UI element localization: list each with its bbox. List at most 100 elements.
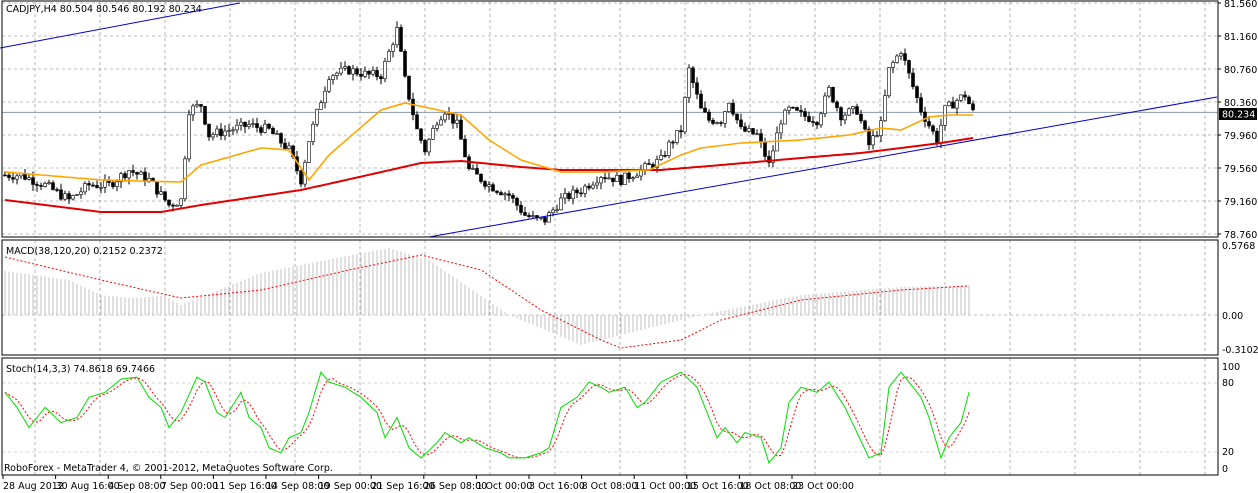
- candle-body: [47, 182, 51, 184]
- candle-body: [799, 110, 803, 112]
- candle: [559, 192, 563, 211]
- candle-body: [571, 189, 575, 200]
- candle-body: [251, 123, 255, 125]
- candle-body: [223, 130, 227, 137]
- candle: [907, 59, 911, 79]
- macd-pane[interactable]: [4, 247, 970, 349]
- candle: [579, 187, 583, 198]
- candle-body: [787, 106, 791, 111]
- candle-body: [603, 177, 607, 179]
- candle: [879, 116, 883, 143]
- candle: [443, 112, 447, 123]
- candle: [875, 130, 879, 138]
- candle: [219, 123, 223, 141]
- stochastic-pane[interactable]: [4, 371, 970, 464]
- candle: [103, 174, 107, 193]
- candle: [575, 187, 579, 199]
- candle: [279, 132, 283, 148]
- time-tick-label: 23 Oct 00:00: [792, 481, 854, 492]
- candle-body: [523, 212, 527, 216]
- candle-body: [63, 193, 67, 200]
- candle: [35, 181, 39, 192]
- candle-body: [527, 215, 531, 218]
- candle: [63, 190, 67, 201]
- candle-body: [163, 191, 167, 201]
- candle-body: [871, 135, 875, 146]
- candle-body: [615, 175, 619, 182]
- candle: [803, 108, 807, 121]
- candle-body: [695, 82, 699, 95]
- candle: [343, 61, 347, 71]
- candle-body: [243, 121, 247, 127]
- candle: [779, 119, 783, 140]
- candle-body: [807, 116, 811, 122]
- metatrader-chart[interactable]: CADJPY,H4 80.504 80.546 80.192 80.234 MA…: [0, 0, 1258, 493]
- candle: [511, 193, 515, 204]
- candle-body: [211, 134, 215, 138]
- candle: [235, 119, 239, 134]
- candle-body: [175, 204, 179, 207]
- candle-body: [931, 125, 935, 132]
- candle-body: [91, 184, 95, 187]
- candle: [451, 113, 455, 129]
- candle-body: [623, 172, 627, 186]
- candle: [599, 175, 603, 190]
- candle-body: [843, 114, 847, 121]
- candle-body: [587, 185, 591, 189]
- candle: [319, 100, 323, 110]
- candle-body: [699, 93, 703, 109]
- candle: [367, 70, 371, 79]
- price-tick-label: 78.760: [1224, 230, 1257, 241]
- candle: [679, 125, 683, 139]
- candle-body: [83, 183, 87, 193]
- candle-body: [531, 215, 535, 218]
- candle-body: [743, 126, 747, 132]
- stoch-main-line: [4, 371, 970, 464]
- candle-body: [139, 171, 143, 175]
- candle-body: [459, 119, 463, 140]
- candle-body: [435, 124, 439, 129]
- candle-body: [347, 66, 351, 75]
- candle: [167, 199, 171, 208]
- candle-body: [287, 145, 291, 149]
- candle-body: [103, 180, 107, 188]
- candle-body: [375, 70, 379, 77]
- candle-body: [487, 184, 491, 187]
- candle-body: [855, 106, 859, 115]
- candle-body: [351, 68, 355, 75]
- candle-body: [179, 198, 183, 206]
- candle: [571, 185, 575, 205]
- candle: [427, 137, 431, 156]
- candle: [815, 121, 819, 129]
- candle-body: [131, 170, 135, 173]
- candle-body: [831, 87, 835, 103]
- candle: [863, 119, 867, 131]
- candle: [523, 206, 527, 217]
- candle: [143, 167, 147, 186]
- candle-body: [735, 113, 739, 121]
- candle-body: [407, 75, 411, 100]
- macd-axis: 0.5768 0.00 -0.3102: [1222, 241, 1258, 356]
- candle: [7, 172, 11, 181]
- candle: [299, 169, 303, 188]
- candle-body: [155, 181, 159, 195]
- candle: [967, 95, 971, 105]
- candle: [639, 164, 643, 181]
- candle: [439, 115, 443, 126]
- stoch-tick-label: 100: [1222, 362, 1240, 373]
- candle-body: [951, 101, 955, 109]
- candle-body: [67, 193, 71, 200]
- candle: [355, 66, 359, 77]
- candle: [339, 61, 343, 76]
- candle-body: [899, 53, 903, 57]
- candle: [187, 109, 191, 162]
- candle: [723, 110, 727, 128]
- candle-body: [363, 70, 367, 77]
- candle-body: [583, 185, 587, 194]
- candle-body: [631, 177, 635, 180]
- candle-body: [331, 75, 335, 80]
- candle: [883, 89, 887, 122]
- price-pane[interactable]: [0, 2, 1218, 238]
- candle: [395, 21, 399, 48]
- stoch-signal-line: [4, 373, 970, 459]
